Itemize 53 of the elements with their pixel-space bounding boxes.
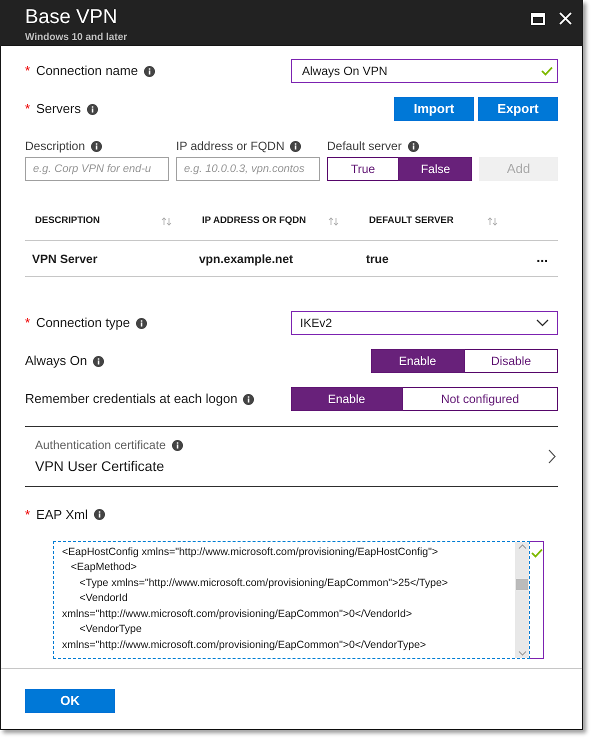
required-asterisk: * xyxy=(25,506,30,524)
info-icon[interactable] xyxy=(243,394,254,404)
field-label: Connection type xyxy=(36,314,130,332)
info-icon[interactable] xyxy=(94,509,105,520)
text-field[interactable]: e.g. 10.0.0.3, vpn.contos xyxy=(176,157,320,181)
toggle-option[interactable]: True xyxy=(327,157,399,181)
column-header[interactable]: DEFAULT SERVER xyxy=(369,214,454,229)
xml-text-area[interactable]: <EapHostConfig xmlns="http://www.microsoft.com/provisioning/EapHostConfig"> <EapMethod> <Type xmlns="http://www.microsoft.com/provisioning/EapCommon">25</Type> <VendorId xmlns="http://www.microsoft.com/provisioning/EapCommon">0</VendorId> <VendorType xmlns="http://www.microsoft.com/provisioning/EapCommon">0</VendorType> xyxy=(53,540,530,658)
action-button[interactable]: Import xyxy=(394,97,474,121)
info-icon[interactable] xyxy=(290,140,302,152)
certificate-picker[interactable]: Authentication certificate VPN User Certificate xyxy=(25,426,558,487)
dropdown[interactable]: IKEv2 xyxy=(291,311,558,335)
field-label: IP address or FQDN xyxy=(176,138,284,155)
info-icon[interactable] xyxy=(408,140,419,152)
column-header[interactable]: DESCRIPTION xyxy=(35,214,100,229)
action-button[interactable]: Export xyxy=(478,97,558,121)
toggle-option[interactable]: Enable xyxy=(371,349,464,373)
toggle-option[interactable]: Disable xyxy=(464,349,558,373)
info-icon[interactable] xyxy=(172,440,183,450)
info-icon[interactable] xyxy=(86,104,98,114)
column-header[interactable]: IP ADDRESS OR FQDN xyxy=(202,214,306,229)
field-label: Default server xyxy=(327,138,402,155)
field-label: Remember credentials at each logon xyxy=(25,390,238,408)
window-title: Base VPN xyxy=(25,5,118,30)
info-icon[interactable] xyxy=(136,318,148,328)
table-cell: vpn.example.net xyxy=(199,252,294,266)
chevron-down-icon xyxy=(536,319,549,327)
required-asterisk: * xyxy=(25,314,30,332)
info-icon[interactable] xyxy=(93,356,104,366)
toggle-option[interactable]: False xyxy=(399,157,472,181)
scrollbar[interactable] xyxy=(515,542,529,658)
toggle-option[interactable]: Not configured xyxy=(402,387,558,411)
text-field[interactable]: Always On VPN xyxy=(291,59,558,83)
field-label: Connection name xyxy=(36,62,138,80)
close-icon[interactable] xyxy=(559,12,572,25)
field-label: Description xyxy=(25,138,86,155)
field-label: Always On xyxy=(25,352,88,370)
info-icon[interactable] xyxy=(91,140,102,152)
toggle-option[interactable]: Enable xyxy=(291,387,402,411)
required-asterisk: * xyxy=(25,100,30,118)
info-icon[interactable] xyxy=(144,66,155,76)
field-label: EAP Xml xyxy=(36,506,88,524)
window-subtitle: Windows 10 and later xyxy=(25,31,128,45)
required-asterisk: * xyxy=(25,62,30,80)
table-cell: VPN Server xyxy=(32,252,98,266)
scroll-thumb[interactable] xyxy=(516,579,528,590)
text-field[interactable]: e.g. Corp VPN for end-u xyxy=(25,157,169,181)
chevron-right-icon xyxy=(548,449,556,464)
table-cell: true xyxy=(366,252,389,266)
field-label: Servers xyxy=(36,100,81,118)
ok-button[interactable]: OK xyxy=(25,688,115,713)
more-button[interactable]: ... xyxy=(536,252,548,266)
maximize-icon[interactable] xyxy=(531,12,545,24)
